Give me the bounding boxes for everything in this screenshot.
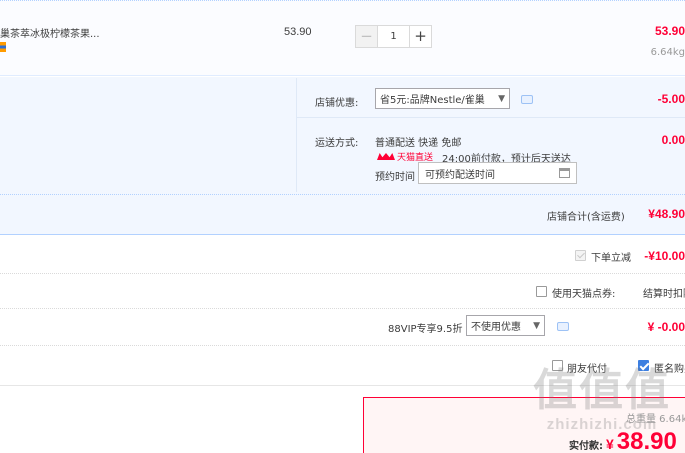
anonymous-label: 匿名购买 [654, 364, 685, 375]
shop-total-row: 店铺合计(含运费) ¥48.90 [0, 195, 685, 235]
reserve-time-placeholder: 可预约配送时间 [425, 169, 495, 181]
total-weight: 总重量 6.64kg [626, 414, 685, 425]
item-weight: 6.64kg [650, 47, 685, 58]
vip-label: 88VIP专享9.5折 [388, 324, 463, 335]
shipping-method: 普通配送 快递 免邮 [375, 138, 462, 149]
quantity-input[interactable]: 1 [378, 26, 409, 47]
quantity-decrease-button[interactable]: − [356, 26, 378, 47]
shop-promo-value: -5.00 [657, 92, 685, 106]
payment-label: 实付款: [569, 441, 603, 452]
shipping-value: 0.00 [661, 133, 685, 147]
chevron-down-icon: ▼ [533, 320, 540, 331]
order-discount-row: 下单立减 -¥10.00 [0, 236, 685, 274]
tmall-points-label: 使用天猫点券: [552, 289, 616, 300]
order-discount-checkbox[interactable] [575, 250, 586, 261]
shop-promotion-panel: 店铺优惠: 省5元:品牌Nestle/雀巢 ▼ -5.00 运送方式: 普通配送… [0, 77, 685, 195]
shipping-label: 运送方式: [315, 138, 359, 149]
quantity-stepper: − 1 + [355, 25, 432, 48]
payment-currency: ¥ [606, 436, 614, 452]
message-icon[interactable] [521, 95, 533, 104]
reserve-time-input[interactable]: 可预约配送时间 [418, 162, 577, 184]
product-title[interactable]: 巢茶萃冰极柠檬茶果... [0, 25, 100, 40]
tmall-logo-icon [377, 153, 395, 160]
quantity-increase-button[interactable]: + [409, 26, 431, 47]
vip-discount-row: 88VIP专享9.5折 不使用优惠 ▼ ¥ -0.00 [0, 309, 685, 346]
shop-promo-select[interactable]: 省5元:品牌Nestle/雀巢 ▼ [375, 88, 510, 109]
order-discount-value: -¥10.00 [644, 249, 685, 263]
reserve-time-label: 预约时间 [375, 172, 415, 183]
product-row: 巢茶萃冰极柠檬茶果... 53.90 − 1 + 53.90 6.64kg [0, 0, 685, 76]
shop-total-value: ¥48.90 [648, 207, 685, 221]
tmall-points-note: 结算时扣除 [643, 289, 685, 300]
vip-discount-selected: 不使用优惠 [471, 322, 521, 333]
item-subtotal: 53.90 [654, 24, 685, 38]
message-icon[interactable] [557, 322, 569, 331]
divider [296, 117, 685, 118]
tmall-points-row: 使用天猫点券: 结算时扣除 [0, 274, 685, 309]
chevron-down-icon: ▼ [498, 93, 505, 104]
vip-discount-select[interactable]: 不使用优惠 ▼ [466, 315, 545, 336]
friend-pay-checkbox[interactable] [552, 360, 563, 371]
shop-total-label: 店铺合计(含运费) [547, 212, 625, 223]
payment-summary-box: 总重量 6.64kg 实付款: ¥ 38.90 [363, 397, 685, 453]
friend-pay-label: 朋友代付 [567, 364, 607, 375]
anonymous-checkbox[interactable] [638, 360, 649, 371]
tmall-points-checkbox[interactable] [536, 286, 547, 297]
shop-promo-label: 店铺优惠: [315, 98, 359, 109]
payment-total: 实付款: ¥ 38.90 [569, 428, 677, 453]
unit-price: 53.90 [284, 26, 312, 38]
product-service-icon [0, 42, 6, 52]
calendar-icon [559, 168, 570, 178]
vip-discount-value: ¥ -0.00 [647, 320, 685, 334]
shop-promo-selected: 省5元:品牌Nestle/雀巢 [380, 95, 485, 106]
payment-amount: 38.90 [616, 428, 677, 453]
order-discount-label: 下单立减 [591, 253, 631, 264]
order-options-row: 朋友代付 匿名购买 [0, 346, 685, 386]
